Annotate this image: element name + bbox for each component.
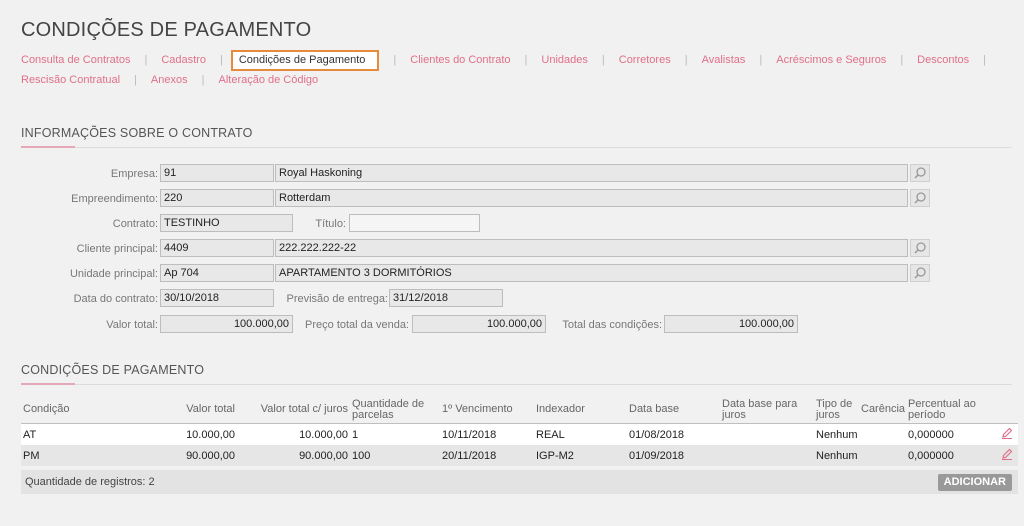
search-icon [914, 242, 926, 254]
section-title-contract: INFORMAÇÕES SOBRE O CONTRATO [21, 126, 253, 140]
table-header: Condição Valor total Valor total c/ juro… [21, 396, 1018, 424]
data-contrato-label: Data do contrato: [73, 293, 158, 305]
contrato-label: Contrato: [112, 218, 158, 230]
col-header[interactable]: Data base para juros [720, 396, 814, 423]
cliente-name-field[interactable]: 222.222.222-22 [275, 239, 908, 257]
valor-total-field[interactable]: 100.000,00 [160, 315, 293, 333]
valor-total-label: Valor total: [106, 319, 158, 331]
tab-alteracao-codigo[interactable]: Alteração de Código [218, 74, 318, 86]
previsao-field[interactable]: 31/12/2018 [389, 289, 503, 307]
empreendimento-name-field[interactable]: Rotterdam [275, 189, 908, 207]
tab-unidades[interactable]: Unidades [541, 54, 587, 66]
tab-bar: Consulta de Contratos | Cadastro | Condiçõ… [21, 49, 1011, 90]
table-row[interactable]: AT 10.000,00 10.000,00 1 10/11/2018 REAL… [21, 424, 1018, 445]
page-title: CONDIÇÕES DE PAGAMENTO [21, 19, 312, 41]
tab-consulta-contratos[interactable]: Consulta de Contratos [21, 54, 130, 66]
cell-condicao: PM [23, 449, 40, 462]
col-header[interactable]: Condição [21, 396, 115, 423]
tab-condicoes-pagamento[interactable]: Condições de Pagamento [230, 49, 380, 71]
edit-button[interactable] [998, 426, 1018, 443]
section-underline [21, 146, 75, 148]
tab-acrescimos-seguros[interactable]: Acréscimos e Seguros [776, 54, 886, 66]
cell-indexador: REAL [536, 428, 565, 441]
col-header[interactable]: Tipo de juros [814, 396, 859, 423]
total-condicoes-field[interactable]: 100.000,00 [664, 315, 798, 333]
total-condicoes-label: Total das condições: [562, 319, 662, 331]
titulo-label: Título: [315, 218, 346, 230]
pencil-icon [1002, 427, 1013, 439]
cell-data-base: 01/09/2018 [629, 449, 685, 462]
search-icon [914, 267, 926, 279]
cell-valor-total: 10.000,00 [186, 428, 235, 441]
cell-tipo-juros: Nenhum [816, 449, 858, 462]
col-header[interactable]: Valor total [115, 396, 237, 423]
empresa-search-button[interactable] [910, 164, 930, 182]
tab-descontos[interactable]: Descontos [917, 54, 969, 66]
unidade-label: Unidade principal: [69, 268, 158, 280]
conditions-table: Condição Valor total Valor total c/ juro… [21, 396, 1018, 466]
tab-avalistas[interactable]: Avalistas [702, 54, 746, 66]
cell-tipo-juros: Nenhum [816, 428, 858, 441]
cliente-code-field[interactable]: 4409 [160, 239, 274, 257]
tab-cadastro[interactable]: Cadastro [161, 54, 206, 66]
cell-percentual: 0,000000 [908, 449, 954, 462]
col-header[interactable]: Percentual ao período [906, 396, 998, 423]
cell-valor-total: 90.000,00 [186, 449, 235, 462]
cell-valor-juros: 10.000,00 [299, 428, 348, 441]
section-divider [75, 147, 1012, 148]
section-divider [75, 384, 1012, 385]
empreendimento-search-button[interactable] [910, 189, 930, 207]
section-underline [21, 383, 75, 385]
empreendimento-label: Empreendimento: [71, 193, 158, 205]
tab-clientes-contrato[interactable]: Clientes do Contrato [410, 54, 510, 66]
col-header[interactable]: Carência [859, 396, 906, 423]
tab-rescisao-contratual[interactable]: Rescisão Contratual [21, 74, 120, 86]
col-header[interactable]: 1º Vencimento [440, 396, 534, 423]
cell-parcelas: 100 [352, 449, 371, 462]
empresa-label: Empresa: [110, 168, 158, 180]
tab-anexos[interactable]: Anexos [151, 74, 188, 86]
search-icon [914, 167, 926, 179]
data-contrato-field[interactable]: 30/10/2018 [160, 289, 274, 307]
cell-condicao: AT [23, 428, 37, 441]
cell-vencimento: 20/11/2018 [442, 449, 497, 462]
section-title-conditions: CONDIÇÕES DE PAGAMENTO [21, 363, 205, 377]
contrato-field[interactable]: TESTINHO [160, 214, 293, 232]
empreendimento-code-field[interactable]: 220 [160, 189, 274, 207]
unidade-code-field[interactable]: Ap 704 [160, 264, 274, 282]
cell-parcelas: 1 [352, 428, 359, 441]
table-footer: Quantidade de registros: 2 ADICIONAR [21, 470, 1018, 494]
empresa-name-field[interactable]: Royal Haskoning [275, 164, 908, 182]
table-row[interactable]: PM 90.000,00 90.000,00 100 20/11/2018 IG… [21, 445, 1018, 466]
record-count: Quantidade de registros: 2 [25, 476, 155, 488]
col-header[interactable]: Quantidade de parcelas [350, 396, 440, 423]
empresa-code-field[interactable]: 91 [160, 164, 274, 182]
cell-data-base: 01/08/2018 [629, 428, 685, 441]
preco-total-label: Preço total da venda: [305, 319, 409, 331]
previsao-label: Previsão de entrega: [286, 293, 388, 305]
pencil-icon [1002, 448, 1013, 460]
unidade-name-field[interactable]: APARTAMENTO 3 DORMITÓRIOS [275, 264, 908, 282]
cell-indexador: IGP-M2 [536, 449, 574, 462]
add-button[interactable]: ADICIONAR [937, 474, 1012, 491]
cliente-label: Cliente principal: [76, 243, 158, 255]
unidade-search-button[interactable] [910, 264, 930, 282]
cliente-search-button[interactable] [910, 239, 930, 257]
tab-corretores[interactable]: Corretores [619, 54, 671, 66]
cell-vencimento: 10/11/2018 [442, 428, 497, 441]
cell-percentual: 0,000000 [908, 428, 954, 441]
col-header[interactable]: Data base [627, 396, 720, 423]
cell-valor-juros: 90.000,00 [299, 449, 348, 462]
titulo-field[interactable] [349, 214, 480, 232]
preco-total-field[interactable]: 100.000,00 [412, 315, 546, 333]
edit-button[interactable] [998, 447, 1018, 464]
col-header[interactable]: Valor total c/ juros [237, 396, 350, 423]
col-header[interactable]: Indexador [534, 396, 627, 423]
search-icon [914, 192, 926, 204]
